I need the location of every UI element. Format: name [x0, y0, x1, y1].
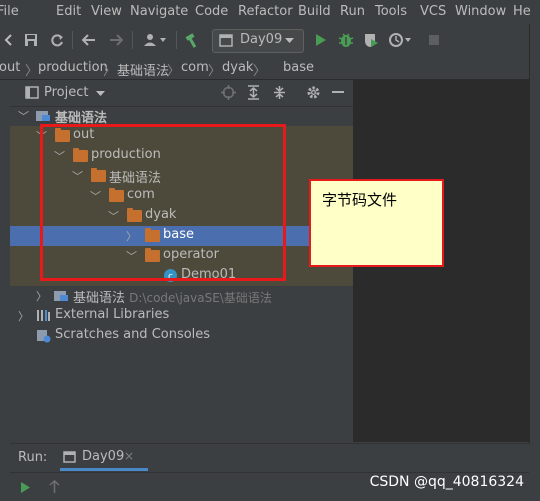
build-hammer-icon[interactable]	[184, 31, 202, 49]
breadcrumb-item[interactable]: dyak	[222, 60, 253, 75]
breadcrumb-item[interactable]: 基础语法	[117, 60, 169, 79]
module-icon	[54, 291, 68, 301]
sync-icon[interactable]	[48, 31, 66, 49]
profile-icon[interactable]	[387, 31, 413, 49]
menu-window[interactable]: Window	[455, 4, 506, 19]
stop-icon[interactable]	[425, 31, 443, 49]
expand-all-icon[interactable]	[247, 85, 260, 100]
tree-item-module[interactable]: 〉 基础语法 D:\code\javaSE\基础语法	[10, 286, 353, 306]
breadcrumb: out 〉 production 〉 基础语法 〉 com 〉 dyak 〉 b…	[0, 57, 540, 131]
gear-icon[interactable]	[306, 85, 321, 100]
navigate-back-icon[interactable]	[80, 31, 98, 49]
breadcrumb-item[interactable]: base	[283, 60, 314, 75]
module-icon	[36, 111, 50, 121]
annotation-note-text: 字节码文件	[322, 191, 398, 209]
menu-refactor[interactable]: Refactor	[238, 4, 293, 19]
library-icon	[37, 310, 50, 321]
menu-help[interactable]: He	[513, 4, 531, 19]
window-icon	[63, 451, 76, 463]
rerun-icon[interactable]	[20, 481, 31, 494]
tree-item-label: 基础语法 D:\code\javaSE\基础语法	[73, 291, 272, 306]
run-tab-label: Day09	[82, 449, 125, 464]
toolbar: Day09	[0, 24, 540, 58]
ide-window: File Edit View Navigate Code Refactor Bu…	[0, 0, 540, 501]
minimize-icon[interactable]	[332, 91, 344, 94]
project-view-icon	[25, 86, 39, 99]
scratches-icon	[37, 330, 51, 343]
tree-item-external-libraries[interactable]: 〉 External Libraries	[10, 306, 353, 326]
module-path: D:\code\javaSE\基础语法	[129, 291, 272, 305]
annotation-note: 字节码文件	[309, 179, 444, 267]
collapsed-arrow-icon[interactable]: 〉	[18, 308, 29, 324]
save-all-icon[interactable]	[22, 31, 40, 49]
menu-navigate[interactable]: Navigate	[130, 4, 188, 19]
annotation-highlight-box	[40, 124, 286, 281]
breadcrumb-separator: 〉	[25, 64, 39, 79]
breadcrumb-item[interactable]: com	[181, 60, 209, 75]
breadcrumb-item[interactable]: production	[38, 60, 108, 75]
menu-build[interactable]: Build	[298, 4, 331, 19]
collapse-all-icon[interactable]	[273, 85, 286, 100]
run-tab-day09[interactable]: Day09 ×	[60, 444, 148, 471]
user-icon[interactable]	[142, 31, 168, 49]
menu-vcs[interactable]: VCS	[420, 4, 446, 19]
navigate-forward-icon[interactable]	[107, 31, 125, 49]
project-panel-header: Project	[10, 80, 353, 107]
left-tool-strip	[0, 80, 10, 501]
expanded-arrow-icon[interactable]: ﹀	[18, 108, 29, 124]
menu-file[interactable]: File	[0, 4, 19, 19]
coverage-icon[interactable]	[362, 31, 380, 49]
locate-icon[interactable]	[221, 85, 236, 100]
tree-item-scratches[interactable]: Scratches and Consoles	[10, 326, 353, 346]
run-icon[interactable]	[312, 31, 330, 49]
run-panel-label: Run:	[18, 450, 48, 465]
window-icon	[219, 34, 233, 47]
tree-item-label: External Libraries	[55, 307, 170, 322]
breadcrumb-separator: 〉	[103, 64, 117, 79]
breadcrumb-separator: 〉	[208, 64, 222, 79]
close-icon[interactable]: ×	[124, 449, 134, 463]
collapsed-arrow-icon[interactable]: 〉	[36, 288, 47, 304]
breadcrumb-separator: 〉	[253, 64, 267, 79]
breadcrumb-item[interactable]: out	[0, 60, 20, 75]
chevron-down-icon	[285, 38, 294, 43]
menu-edit[interactable]: Edit	[56, 4, 81, 19]
chevron-down-icon[interactable]	[96, 91, 105, 97]
run-config-label: Day09	[240, 32, 283, 47]
arrow-up-icon[interactable]	[49, 480, 60, 494]
watermark: CSDN @qq_40816324	[369, 474, 524, 490]
breadcrumb-separator: 〉	[167, 64, 181, 79]
menu-code[interactable]: Code	[195, 4, 228, 19]
tree-item-root[interactable]: ﹀ 基础语法	[10, 106, 353, 126]
right-tool-strip	[529, 24, 540, 444]
menu-tools[interactable]: Tools	[375, 4, 407, 19]
debug-icon[interactable]	[337, 31, 355, 49]
menu-view[interactable]: View	[91, 4, 122, 19]
project-panel-title[interactable]: Project	[44, 85, 88, 100]
run-configuration-select[interactable]: Day09	[212, 29, 304, 53]
menu-run[interactable]: Run	[340, 4, 365, 19]
tree-item-label: Scratches and Consoles	[55, 327, 211, 342]
back-arrow-icon[interactable]	[0, 31, 18, 49]
run-tool-window-bar: Run: Day09 ×	[10, 443, 529, 472]
menu-bar: File Edit View Navigate Code Refactor Bu…	[0, 0, 540, 24]
